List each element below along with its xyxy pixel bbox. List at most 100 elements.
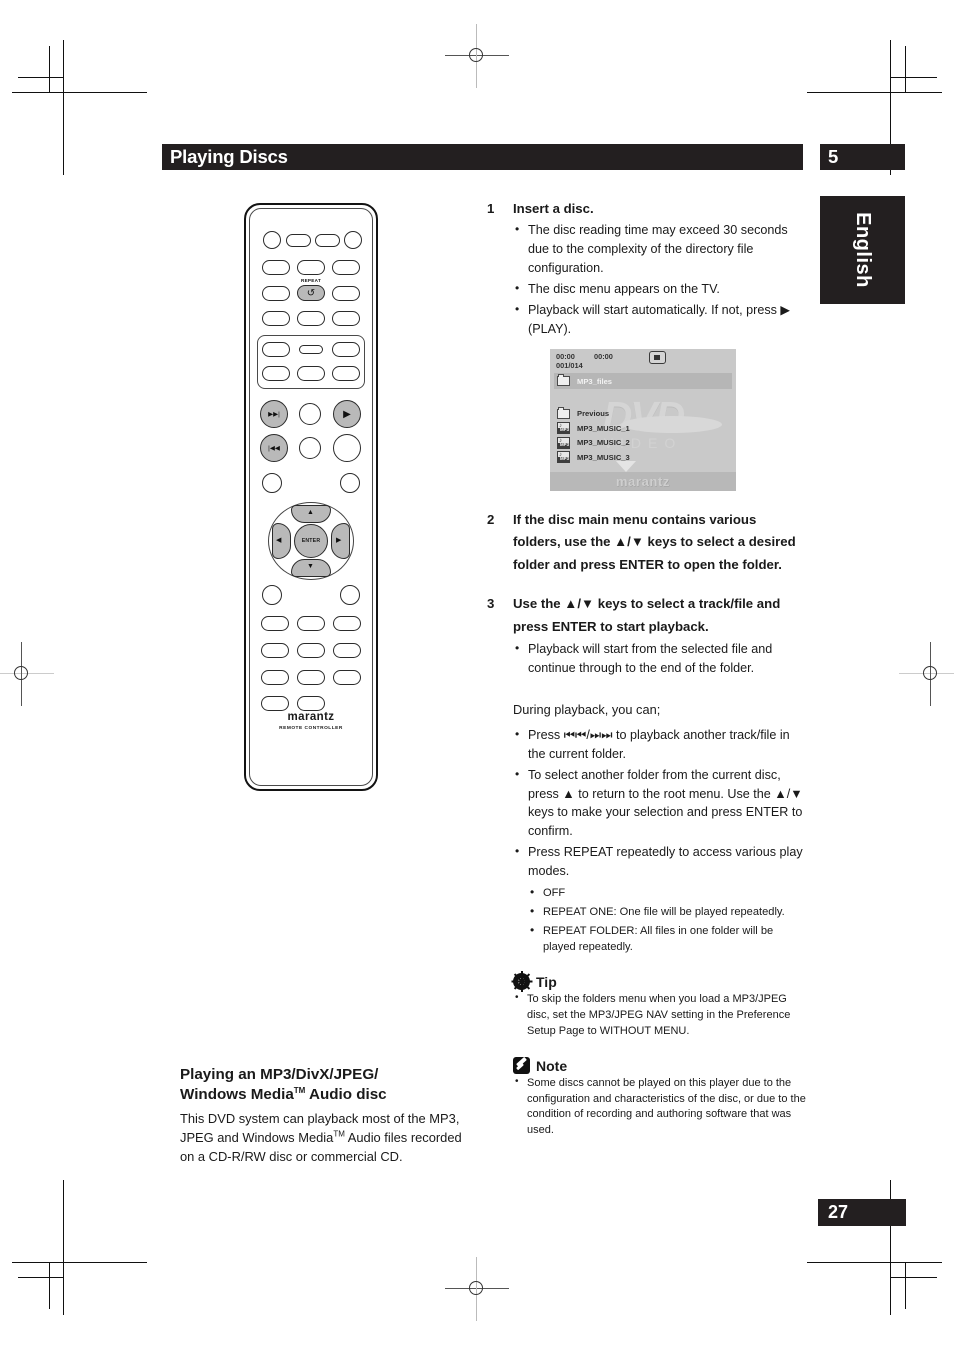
mp3-file-icon: ♪ MP3	[557, 436, 570, 449]
remote-button-k3c1[interactable]	[261, 670, 289, 685]
remote-prev-button[interactable]: |◀◀	[260, 434, 288, 462]
remote-button-k4c1[interactable]	[261, 696, 289, 711]
repeat-modes-list: OFF REPEAT ONE: One file will be played …	[528, 884, 807, 955]
remote-repeat-button[interactable]: ↺	[297, 285, 325, 301]
tip-bullets: To skip the folders menu when you load a…	[513, 991, 807, 1039]
page-title: Playing Discs	[170, 146, 288, 167]
crop-mark-tr-h2	[891, 77, 937, 79]
tv-total-time: 00:00	[594, 352, 613, 361]
crop-mark-br-v2	[905, 1263, 907, 1309]
crop-mark-tl-v2	[49, 46, 51, 92]
tv-file-list: Previous ♪ MP3 MP3_MUSIC_1 ♪ MP3 MP3_MUSIC…	[554, 406, 732, 465]
crop-mark-bl-v2	[49, 1263, 51, 1309]
remote-button-t1c2[interactable]	[299, 403, 321, 425]
remote-button-r1c4[interactable]	[344, 231, 362, 249]
step-1-bullet-2: The disc menu appears on the TV.	[513, 279, 807, 299]
remote-button-below-dpad-left[interactable]	[262, 585, 282, 605]
remote-button-r4c1[interactable]	[262, 311, 290, 326]
remote-button-k1c3[interactable]	[333, 616, 361, 631]
remote-brand-label: marantz	[287, 711, 335, 723]
remote-button-g1c3[interactable]	[332, 342, 360, 357]
dpad-left-button[interactable]	[272, 523, 291, 559]
during-playback-bullet-3-text: Press REPEAT repeatedly to access variou…	[528, 845, 803, 879]
folder-icon	[557, 406, 570, 419]
crop-mark-br-h2	[891, 1277, 937, 1279]
tv-brand-bar: marantz	[550, 472, 736, 491]
crop-mark-tl-h	[12, 92, 147, 94]
tv-elapsed-time: 00:00	[556, 352, 575, 361]
remote-button-k3c2[interactable]	[297, 670, 325, 685]
remote-repeat-label: REPEAT	[300, 278, 322, 283]
pencil-icon	[513, 1057, 530, 1075]
remote-button-g2c2[interactable]	[297, 366, 325, 381]
remote-button-r2c3[interactable]	[332, 260, 360, 275]
mp3-section-body: This DVD system can playback most of the…	[180, 1109, 470, 1166]
stop-icon	[649, 351, 666, 364]
crop-mark-br-h	[807, 1262, 942, 1264]
tv-status-bar: 00:00 00:00 001/014	[550, 349, 736, 373]
step-3-bullets: Playback will start from the selected fi…	[513, 639, 807, 678]
dpad-right-icon: ▶	[336, 537, 342, 544]
remote-button-k1c1[interactable]	[261, 616, 289, 631]
remote-button-k2c3[interactable]	[333, 643, 361, 658]
during-playback-section: During playback, you can; Press ⏮⏮/⏭⏭ to…	[513, 700, 807, 955]
tip-header: Tip	[511, 971, 807, 993]
repeat-mode-1: OFF	[528, 884, 807, 901]
remote-button-g2c1[interactable]	[262, 366, 290, 381]
dpad-enter-button[interactable]: ENTER	[294, 524, 328, 558]
tv-list-item[interactable]: ♪ MP3 MP3_MUSIC_2	[554, 436, 732, 449]
step-3: 3 Use the ▲/▼ keys to select a track/fil…	[487, 593, 807, 678]
remote-button-r2c1[interactable]	[262, 260, 290, 275]
remote-button-g2c3[interactable]	[332, 366, 360, 381]
note-bullet-1: Some discs cannot be played on this play…	[513, 1075, 807, 1138]
repeat-mode-3: REPEAT FOLDER: All files in one folder w…	[528, 922, 807, 955]
step-1-title: Insert a disc.	[513, 201, 594, 216]
tv-list-item[interactable]: ♪ MP3 MP3_MUSIC_3	[554, 451, 732, 464]
note-callout: Note Some discs cannot be played on this…	[513, 1057, 807, 1138]
remote-button-r1c2[interactable]	[286, 234, 311, 247]
remote-button-above-dpad-right[interactable]	[340, 473, 360, 493]
mp3-file-icon: ♪ MP3	[557, 451, 570, 463]
tv-brand-label: marantz	[615, 474, 671, 489]
step-2-number: 2	[487, 511, 495, 527]
remote-play-button[interactable]: ▶	[333, 400, 361, 428]
remote-button-k4c2[interactable]	[297, 696, 325, 711]
remote-button-r1c1[interactable]	[263, 231, 281, 249]
trademark-symbol: TM	[333, 1129, 345, 1139]
remote-button-g1c1[interactable]	[262, 342, 290, 357]
page-number-badge: 27	[818, 1199, 906, 1226]
dpad-down-icon: ▼	[307, 563, 314, 570]
tip-callout: Tip To skip the folders menu when you lo…	[511, 971, 807, 1039]
remote-button-k2c1[interactable]	[261, 643, 289, 658]
remote-button-g1c2[interactable]	[299, 345, 323, 354]
dpad-enter-label: ENTER	[301, 538, 321, 544]
tv-list-item[interactable]: ♪ MP3 MP3_MUSIC_1	[554, 422, 732, 435]
remote-button-r4c3[interactable]	[332, 311, 360, 326]
remote-control-illustration: REPEAT ↺ ▶▶| ▶ |◀◀ ▲ ▼ ◀ ▶ ENTER marantz…	[244, 203, 378, 791]
remote-button-r3c1[interactable]	[262, 286, 290, 301]
remote-button-r3c3[interactable]	[332, 286, 360, 301]
remote-button-k2c2[interactable]	[297, 643, 325, 658]
remote-button-below-dpad-right[interactable]	[340, 585, 360, 605]
remote-button-r2c2[interactable]	[297, 260, 325, 275]
folder-icon	[557, 374, 570, 386]
dpad-left-icon: ◀	[276, 537, 282, 544]
remote-dpad: ▲ ▼ ◀ ▶ ENTER	[268, 502, 354, 580]
section-header-bar: Playing Discs	[162, 144, 803, 170]
mp3-heading-line1: Playing an MP3/DivX/JPEG/	[180, 1066, 379, 1083]
step-3-number: 3	[487, 595, 495, 611]
dpad-up-icon: ▲	[307, 509, 314, 516]
down-arrow-icon[interactable]	[616, 461, 636, 472]
registration-mark-left	[0, 642, 54, 706]
remote-button-k3c3[interactable]	[333, 670, 361, 685]
remote-button-r4c2[interactable]	[297, 311, 325, 326]
tv-list-item-previous[interactable]: Previous	[554, 406, 732, 420]
remote-button-t2c2[interactable]	[299, 437, 321, 459]
remote-button-above-dpad-left[interactable]	[262, 473, 282, 493]
remote-button-t2c3[interactable]	[333, 434, 361, 462]
remote-button-r1c3[interactable]	[315, 234, 340, 247]
repeat-icon: ↺	[306, 287, 316, 299]
remote-button-k1c2[interactable]	[297, 616, 325, 631]
crop-mark-bl-h	[12, 1262, 147, 1264]
remote-next-button[interactable]: ▶▶|	[260, 400, 288, 428]
